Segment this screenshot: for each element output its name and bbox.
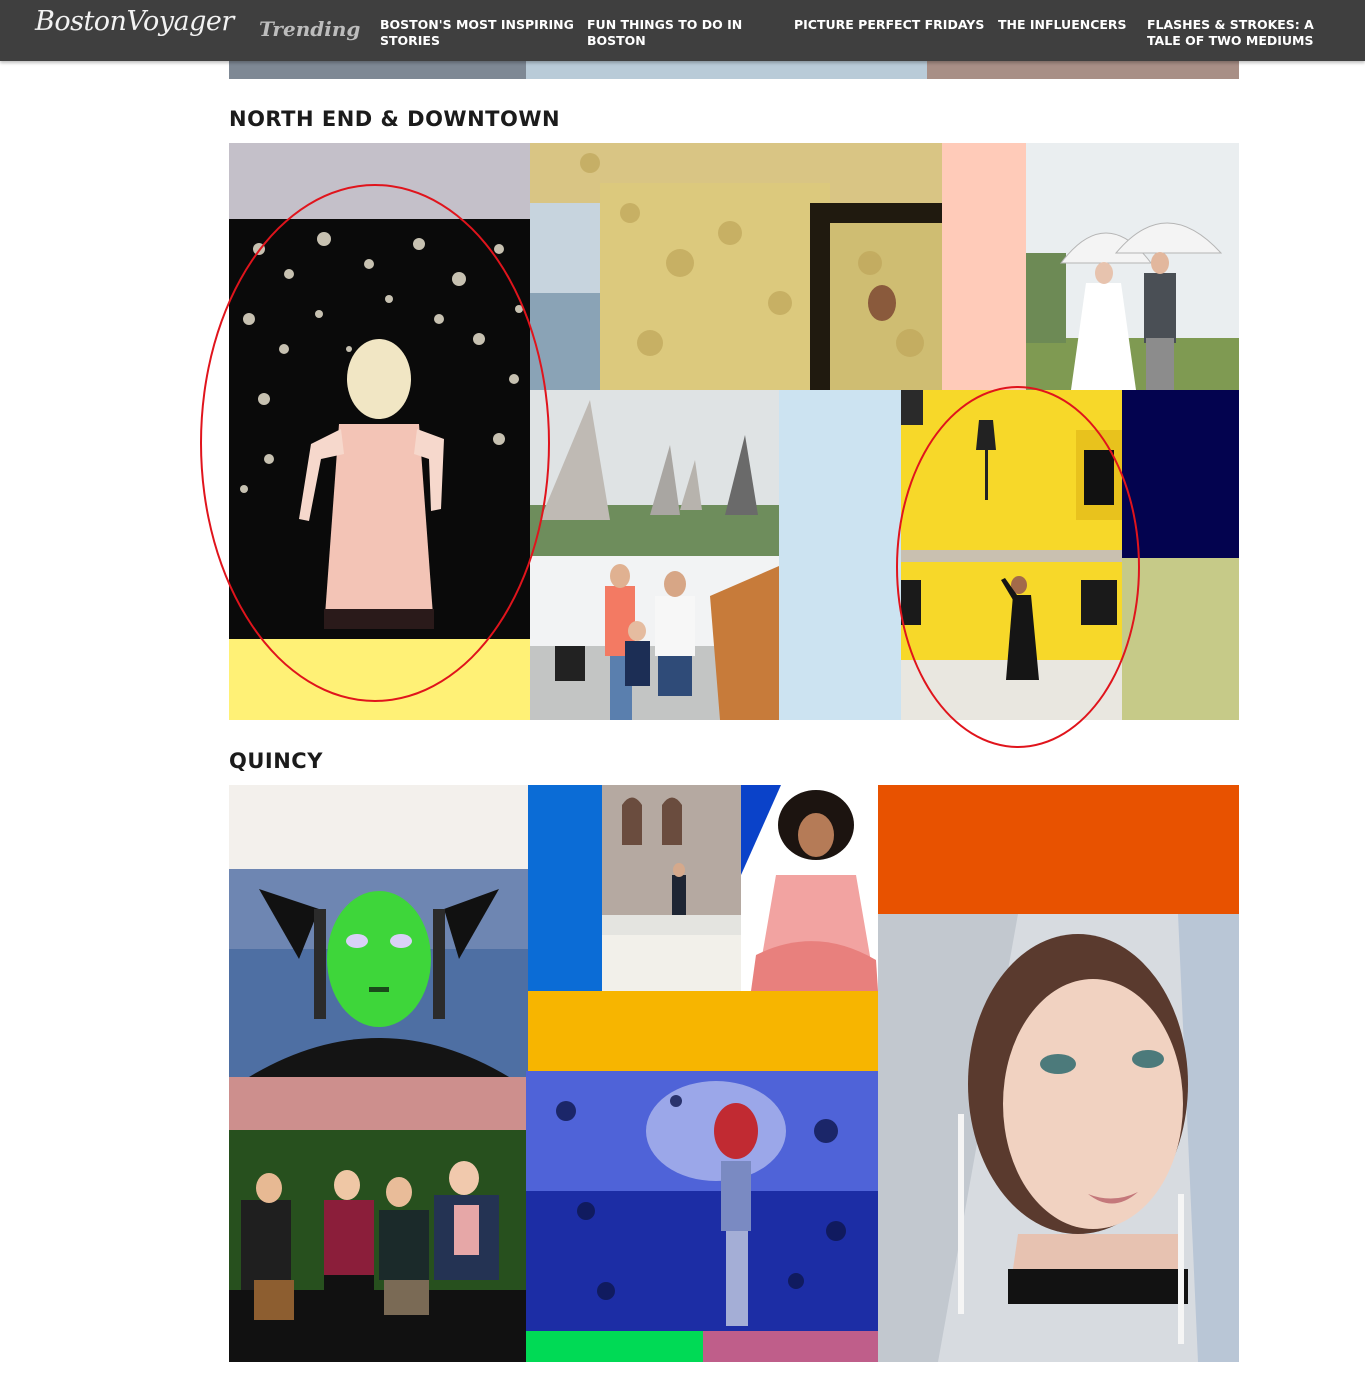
brand-logo[interactable]: BostonVoyager bbox=[35, 6, 234, 37]
nav-link-line: FUN THINGS TO DO IN bbox=[587, 17, 743, 32]
nav-link-inspiring-stories[interactable]: BOSTON'S MOST INSPIRING STORIES bbox=[380, 17, 574, 49]
nav-link-line: FLASHES & STROKES: A bbox=[1147, 17, 1314, 32]
color-block-light-blue bbox=[779, 390, 901, 720]
photo-yellow-building[interactable] bbox=[901, 390, 1122, 720]
nav-link-influencers[interactable]: THE INFLUENCERS bbox=[998, 17, 1127, 33]
photo-sails-fog[interactable] bbox=[530, 390, 779, 556]
photo-curly-hair-dress[interactable] bbox=[741, 785, 878, 991]
photo-woman-earrings[interactable] bbox=[878, 914, 1239, 1362]
photo-sponge-wall[interactable] bbox=[530, 143, 942, 390]
top-navigation-bar: BostonVoyager Trending BOSTON'S MOST INS… bbox=[0, 0, 1365, 61]
photo-blue-figure[interactable] bbox=[526, 1071, 878, 1331]
photo-church-portrait[interactable] bbox=[602, 785, 741, 991]
photo-strip-middle[interactable] bbox=[526, 61, 927, 79]
nav-link-line: PICTURE PERFECT FRIDAYS bbox=[794, 17, 985, 32]
nav-link-line: BOSTON'S MOST INSPIRING bbox=[380, 17, 574, 32]
color-block-dusty-rose bbox=[229, 1077, 526, 1130]
color-block-royal-blue bbox=[528, 785, 602, 991]
section-title-north-end: NORTH END & DOWNTOWN bbox=[229, 107, 561, 131]
trending-label: Trending bbox=[259, 17, 361, 41]
nav-link-line: STORIES bbox=[380, 33, 440, 48]
color-block-lavender bbox=[229, 143, 530, 219]
photo-band-group[interactable] bbox=[229, 1130, 526, 1362]
section-title-quincy: QUINCY bbox=[229, 749, 323, 773]
color-block-off-white bbox=[229, 785, 528, 869]
photo-family-pier[interactable] bbox=[530, 556, 779, 720]
photo-wedding-umbrellas[interactable] bbox=[1026, 143, 1239, 390]
color-block-green bbox=[526, 1331, 703, 1362]
nav-link-flashes-strokes[interactable]: FLASHES & STROKES: A TALE OF TWO MEDIUMS bbox=[1147, 17, 1314, 49]
color-block-magenta bbox=[703, 1331, 878, 1362]
color-block-peach bbox=[942, 143, 1026, 390]
nav-link-line: THE INFLUENCERS bbox=[998, 17, 1127, 32]
color-block-yellow bbox=[229, 639, 530, 720]
nav-link-line: TALE OF TWO MEDIUMS bbox=[1147, 33, 1314, 48]
nav-link-line: BOSTON bbox=[587, 33, 646, 48]
photo-green-mask[interactable] bbox=[229, 869, 528, 1077]
color-block-navy bbox=[1122, 390, 1239, 558]
nav-link-fun-things[interactable]: FUN THINGS TO DO IN BOSTON bbox=[587, 17, 742, 49]
photo-strip-right[interactable] bbox=[927, 61, 1239, 79]
color-block-orange bbox=[878, 785, 1239, 914]
photo-strip-left[interactable] bbox=[229, 61, 526, 79]
photo-woman-blossoms[interactable] bbox=[229, 219, 530, 639]
color-block-sage bbox=[1122, 558, 1239, 720]
color-block-gold bbox=[528, 991, 878, 1071]
nav-link-picture-perfect[interactable]: PICTURE PERFECT FRIDAYS bbox=[794, 17, 984, 33]
